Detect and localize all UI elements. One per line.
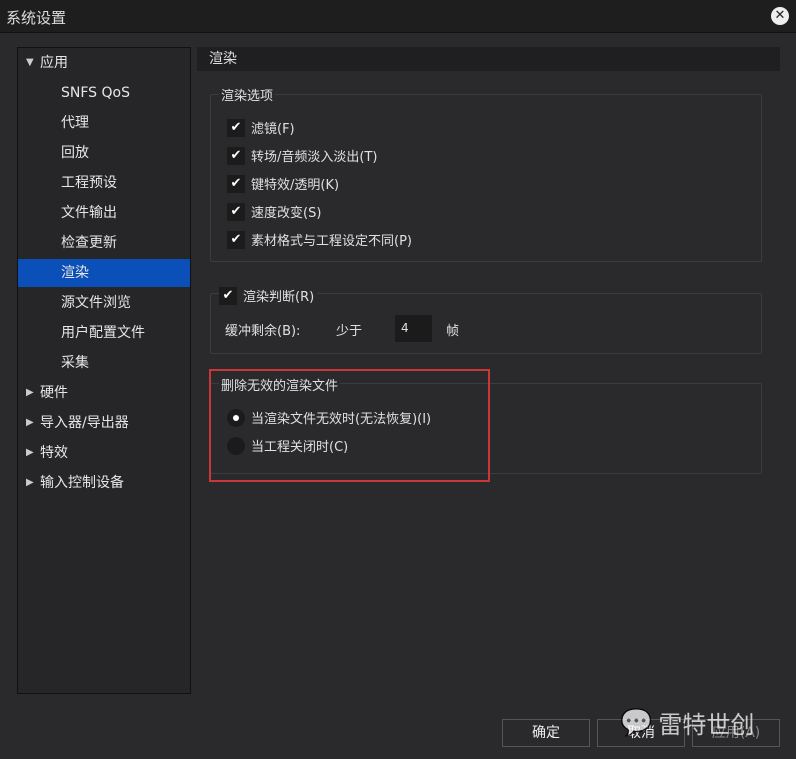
render-option-checkbox[interactable]: ✔ 素材格式与工程设定不同(P) <box>227 230 412 249</box>
sidebar-item[interactable]: ▶ 导入器/导出器 <box>18 409 190 437</box>
sidebar-item-label: 检查更新 <box>61 235 117 251</box>
watermark-text: 雷特世创 <box>658 711 755 739</box>
sidebar-item-label: 应用 <box>40 55 68 71</box>
render-option-label: 转场/音频淡入淡出(T) <box>251 150 378 165</box>
sidebar-item[interactable]: 文件输出 <box>18 199 190 227</box>
render-judge-checkbox[interactable]: ✔ 渲染判断(R) <box>219 286 318 305</box>
render-options-title: 渲染选项 <box>219 85 276 104</box>
sidebar-item[interactable]: ▶ 硬件 <box>18 379 190 407</box>
sidebar-item-label: 导入器/导出器 <box>40 415 129 431</box>
sidebar-item[interactable]: 用户配置文件 <box>18 319 190 347</box>
sidebar-item[interactable]: ▶ 输入控制设备 <box>18 469 190 497</box>
checkmark-icon: ✔ <box>219 286 237 305</box>
close-icon[interactable]: ✕ <box>771 7 789 25</box>
checkmark-icon: ✔ <box>227 118 245 137</box>
checkmark-icon: ✔ <box>227 146 245 165</box>
sidebar-item[interactable]: 检查更新 <box>18 229 190 257</box>
sidebar-item-label: 采集 <box>61 355 89 371</box>
render-judge-label: 渲染判断(R) <box>243 290 315 305</box>
caret-right-icon[interactable]: ▶ <box>26 439 34 467</box>
render-option-checkbox[interactable]: ✔ 速度改变(S) <box>227 202 321 221</box>
caret-down-icon[interactable]: ▼ <box>26 49 34 77</box>
ok-button[interactable]: 确定 <box>502 719 590 747</box>
sidebar-item-label: 输入控制设备 <box>40 475 124 491</box>
buffer-frames-input[interactable]: 4 <box>395 315 432 342</box>
render-option-checkbox[interactable]: ✔ 转场/音频淡入淡出(T) <box>227 146 377 165</box>
sidebar-item-label: 工程预设 <box>61 175 117 191</box>
sidebar-item[interactable]: 源文件浏览 <box>18 289 190 317</box>
sidebar-item-label: 硬件 <box>40 385 68 401</box>
buffer-label: 缓冲剩余(B): <box>225 324 301 339</box>
sidebar-item-label: 源文件浏览 <box>61 295 131 311</box>
sidebar-item[interactable]: 代理 <box>18 109 190 137</box>
frames-unit-label: 帧 <box>446 324 460 339</box>
less-than-label: 少于 <box>336 324 363 339</box>
sidebar-item[interactable]: 渲染 <box>18 259 190 287</box>
sidebar-item[interactable]: 采集 <box>18 349 190 377</box>
checkmark-icon: ✔ <box>227 202 245 221</box>
sidebar-item[interactable]: 工程预设 <box>18 169 190 197</box>
render-option-label: 素材格式与工程设定不同(P) <box>251 234 412 249</box>
caret-right-icon[interactable]: ▶ <box>26 409 34 437</box>
caret-right-icon[interactable]: ▶ <box>26 469 34 497</box>
sidebar-item-label: 文件输出 <box>61 205 117 221</box>
sidebar-item-label: 用户配置文件 <box>61 325 145 341</box>
render-option-label: 滤镜(F) <box>251 122 295 137</box>
sidebar-item[interactable]: 回放 <box>18 139 190 167</box>
sidebar-item-label: 特效 <box>40 445 68 461</box>
checkmark-icon: ✔ <box>227 174 245 193</box>
caret-right-icon[interactable]: ▶ <box>26 379 34 407</box>
sidebar-item-label: 渲染 <box>61 265 89 281</box>
render-option-checkbox[interactable]: ✔ 滤镜(F) <box>227 118 295 137</box>
sidebar-item-label: SNFS QoS <box>61 85 130 101</box>
render-option-label: 速度改变(S) <box>251 206 322 221</box>
sidebar-item[interactable]: SNFS QoS <box>18 79 190 107</box>
sidebar-item-label: 代理 <box>61 115 89 131</box>
watermark: 💬 雷特世创 <box>620 705 754 740</box>
sidebar-item[interactable]: ▶ 特效 <box>18 439 190 467</box>
window-title: 系统设置 <box>6 9 67 27</box>
highlight-box <box>209 369 490 482</box>
render-option-label: 键特效/透明(K) <box>251 178 340 193</box>
wechat-icon: 💬 <box>620 707 653 738</box>
title-bar: 系统设置 ✕ <box>0 0 796 33</box>
sidebar-tree: ▼ 应用 SNFS QoS 代理回放工程预设文件输出检查更新渲染源文件浏览用户配置文件… <box>17 47 191 694</box>
checkmark-icon: ✔ <box>227 230 245 249</box>
section-header: 渲染 <box>197 47 780 71</box>
sidebar-item-label: 回放 <box>61 145 89 161</box>
render-option-checkbox[interactable]: ✔ 键特效/透明(K) <box>227 174 339 193</box>
sidebar-item[interactable]: ▼ 应用 <box>18 49 190 77</box>
